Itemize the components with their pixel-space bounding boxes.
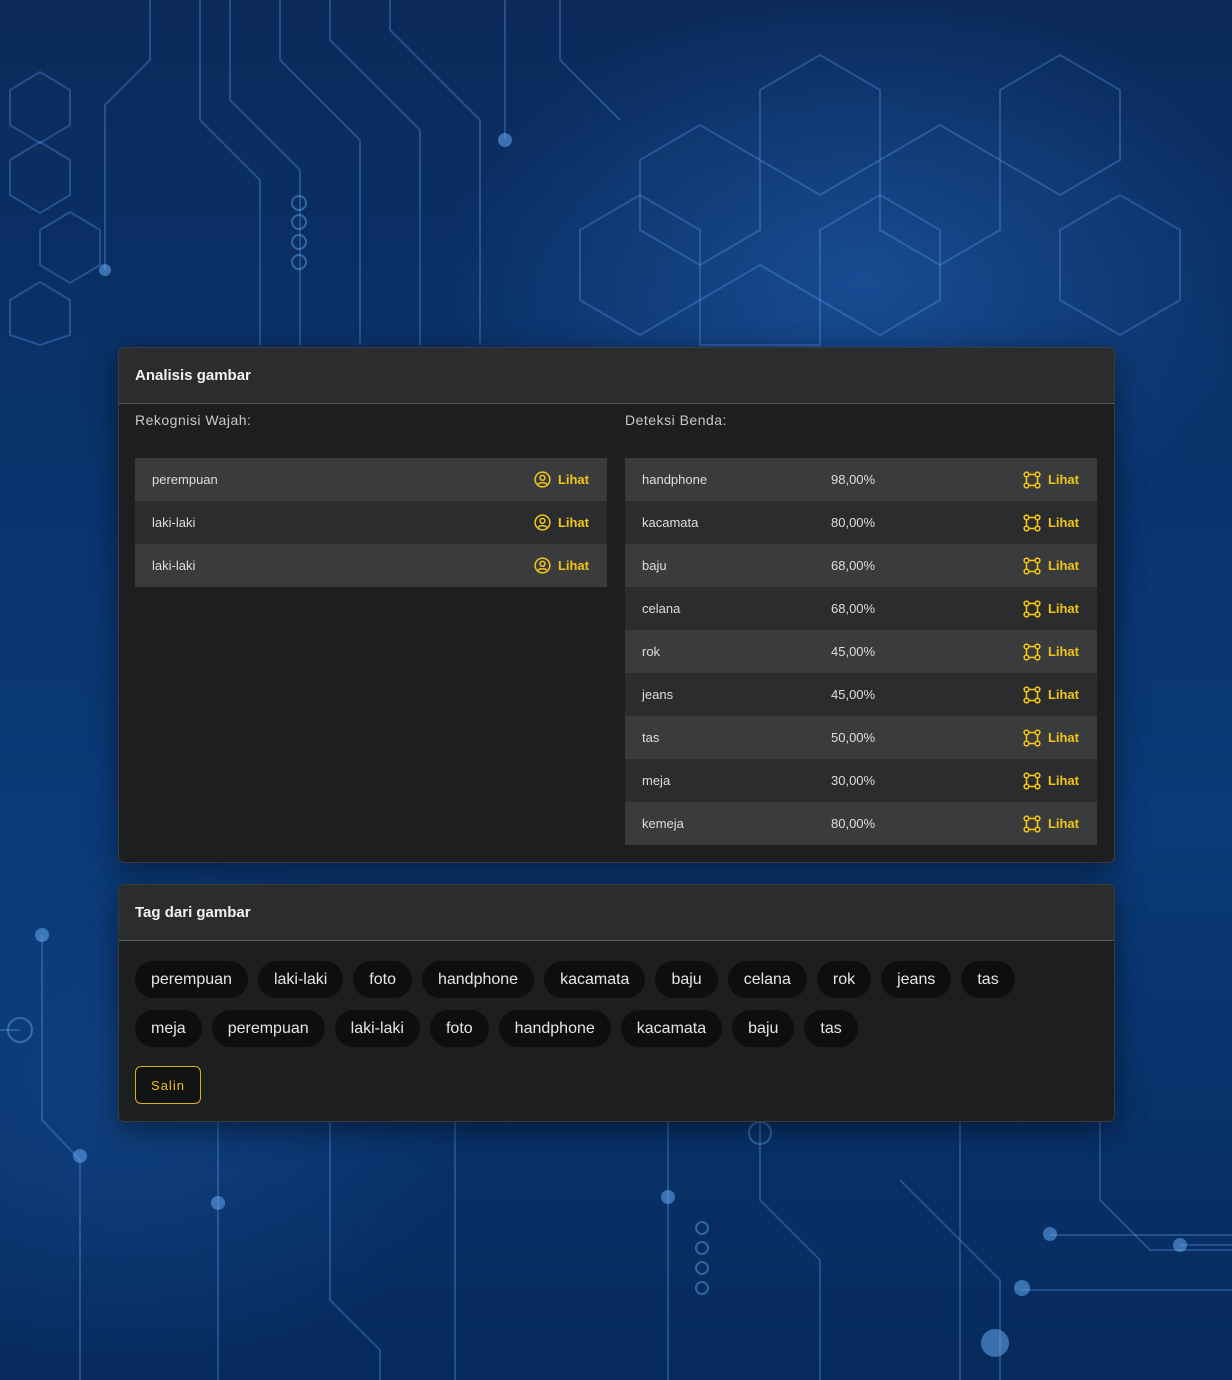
object-confidence: 45,00% [831,687,876,702]
analysis-panel-title: Analisis gambar [119,348,1114,404]
view-button-label: Lihat [557,515,589,530]
bounding-box-icon [1023,814,1041,833]
view-button[interactable]: Lihat [1023,556,1079,575]
object-row: jeans 45,00% Lihat [625,673,1097,716]
user-circle-icon [534,557,551,574]
image-analysis-panel: Analisis gambar Rekognisi Wajah: perempu… [118,347,1115,863]
object-label: kacamata [642,515,699,530]
bounding-box-icon [1023,556,1041,575]
view-button[interactable]: Lihat [1023,685,1079,704]
user-circle-icon [534,471,551,488]
tag-chip: laki-laki [257,961,344,998]
copy-tags-button[interactable]: Salin [135,1066,201,1104]
object-detection-title: Deteksi Benda: [625,412,727,428]
view-button-label: Lihat [1047,730,1079,745]
tag-chip: handphone [498,1010,611,1047]
object-row: handphone 98,00% Lihat [625,458,1097,501]
object-confidence: 50,00% [831,730,876,745]
tag-chip: meja [135,1010,202,1047]
tag-chip: foto [353,961,412,998]
view-button[interactable]: Lihat [1023,599,1079,618]
object-row: baju 68,00% Lihat [625,544,1097,587]
object-list: handphone 98,00% Lihat kacamata 80,00% Liha… [625,458,1097,845]
object-confidence: 68,00% [831,558,876,573]
view-button-label: Lihat [557,472,589,487]
view-button-label: Lihat [1047,644,1079,659]
face-row: laki-laki Lihat [135,501,607,544]
object-label: tas [642,730,660,745]
object-label: jeans [642,687,674,702]
object-label: handphone [642,472,708,487]
view-button[interactable]: Lihat [1023,728,1079,747]
face-label: perempuan [152,472,218,487]
object-confidence: 98,00% [831,472,876,487]
tag-chip: celana [727,961,807,998]
view-button-label: Lihat [1047,601,1079,616]
object-label: baju [642,558,667,573]
user-circle-icon [534,514,551,531]
tag-chip: tas [804,1010,858,1047]
view-button[interactable]: Lihat [1023,642,1079,661]
tag-chip: jeans [881,961,952,998]
tag-chip: rok [816,961,872,998]
tag-row: perempuan laki-laki foto handphone kacamata b… [135,961,1095,998]
bounding-box-icon [1023,642,1041,661]
view-button-label: Lihat [1047,558,1079,573]
object-label: rok [642,644,661,659]
tag-chip: baju [732,1010,795,1047]
tag-list: perempuan laki-laki foto handphone kacamata b… [135,961,1095,1059]
tag-chip: kacamata [620,1010,723,1047]
bounding-box-icon [1023,728,1041,747]
object-row: meja 30,00% Lihat [625,759,1097,802]
tags-panel-title: Tag dari gambar [119,885,1114,941]
object-label: kemeja [642,816,684,831]
object-row: kacamata 80,00% Lihat [625,501,1097,544]
object-confidence: 45,00% [831,644,876,659]
view-button-label: Lihat [1047,515,1079,530]
view-button-label: Lihat [1047,472,1079,487]
object-row: kemeja 80,00% Lihat [625,802,1097,845]
tag-chip: handphone [421,961,535,998]
face-recognition-title: Rekognisi Wajah: [135,412,252,428]
tag-chip: foto [429,1010,489,1047]
object-confidence: 30,00% [831,773,876,788]
bounding-box-icon [1023,470,1041,489]
view-button[interactable]: Lihat [534,557,589,574]
view-button-label: Lihat [1047,687,1079,702]
tag-chip: baju [655,961,718,998]
tag-chip: kacamata [544,961,646,998]
bounding-box-icon [1023,685,1041,704]
tag-chip: perempuan [135,961,248,998]
object-confidence: 68,00% [831,601,876,616]
face-row: perempuan Lihat [135,458,607,501]
object-row: rok 45,00% Lihat [625,630,1097,673]
image-tags-panel: Tag dari gambar perempuan laki-laki foto ha… [118,884,1115,1122]
face-label: laki-laki [152,558,196,573]
bounding-box-icon [1023,599,1041,618]
view-button-label: Lihat [1047,816,1079,831]
face-list: perempuan Lihat laki-laki Lihat laki-laki … [135,458,607,587]
tag-row: meja perempuan laki-laki foto handphone kacam… [135,1010,1095,1047]
view-button-label: Lihat [557,558,589,573]
view-button-label: Lihat [1047,773,1079,788]
object-confidence: 80,00% [831,515,876,530]
view-button[interactable]: Lihat [1023,814,1079,833]
tag-chip: perempuan [211,1010,325,1047]
bounding-box-icon [1023,771,1041,790]
face-label: laki-laki [152,515,196,530]
tag-chip: laki-laki [334,1010,420,1047]
object-row: celana 68,00% Lihat [625,587,1097,630]
view-button[interactable]: Lihat [534,514,589,531]
object-confidence: 80,00% [831,816,876,831]
face-row: laki-laki Lihat [135,544,607,587]
view-button[interactable]: Lihat [534,471,589,488]
object-label: meja [642,773,671,788]
object-row: tas 50,00% Lihat [625,716,1097,759]
tag-chip: tas [961,961,1015,998]
view-button[interactable]: Lihat [1023,470,1079,489]
view-button[interactable]: Lihat [1023,513,1079,532]
view-button[interactable]: Lihat [1023,771,1079,790]
bounding-box-icon [1023,513,1041,532]
object-label: celana [642,601,681,616]
